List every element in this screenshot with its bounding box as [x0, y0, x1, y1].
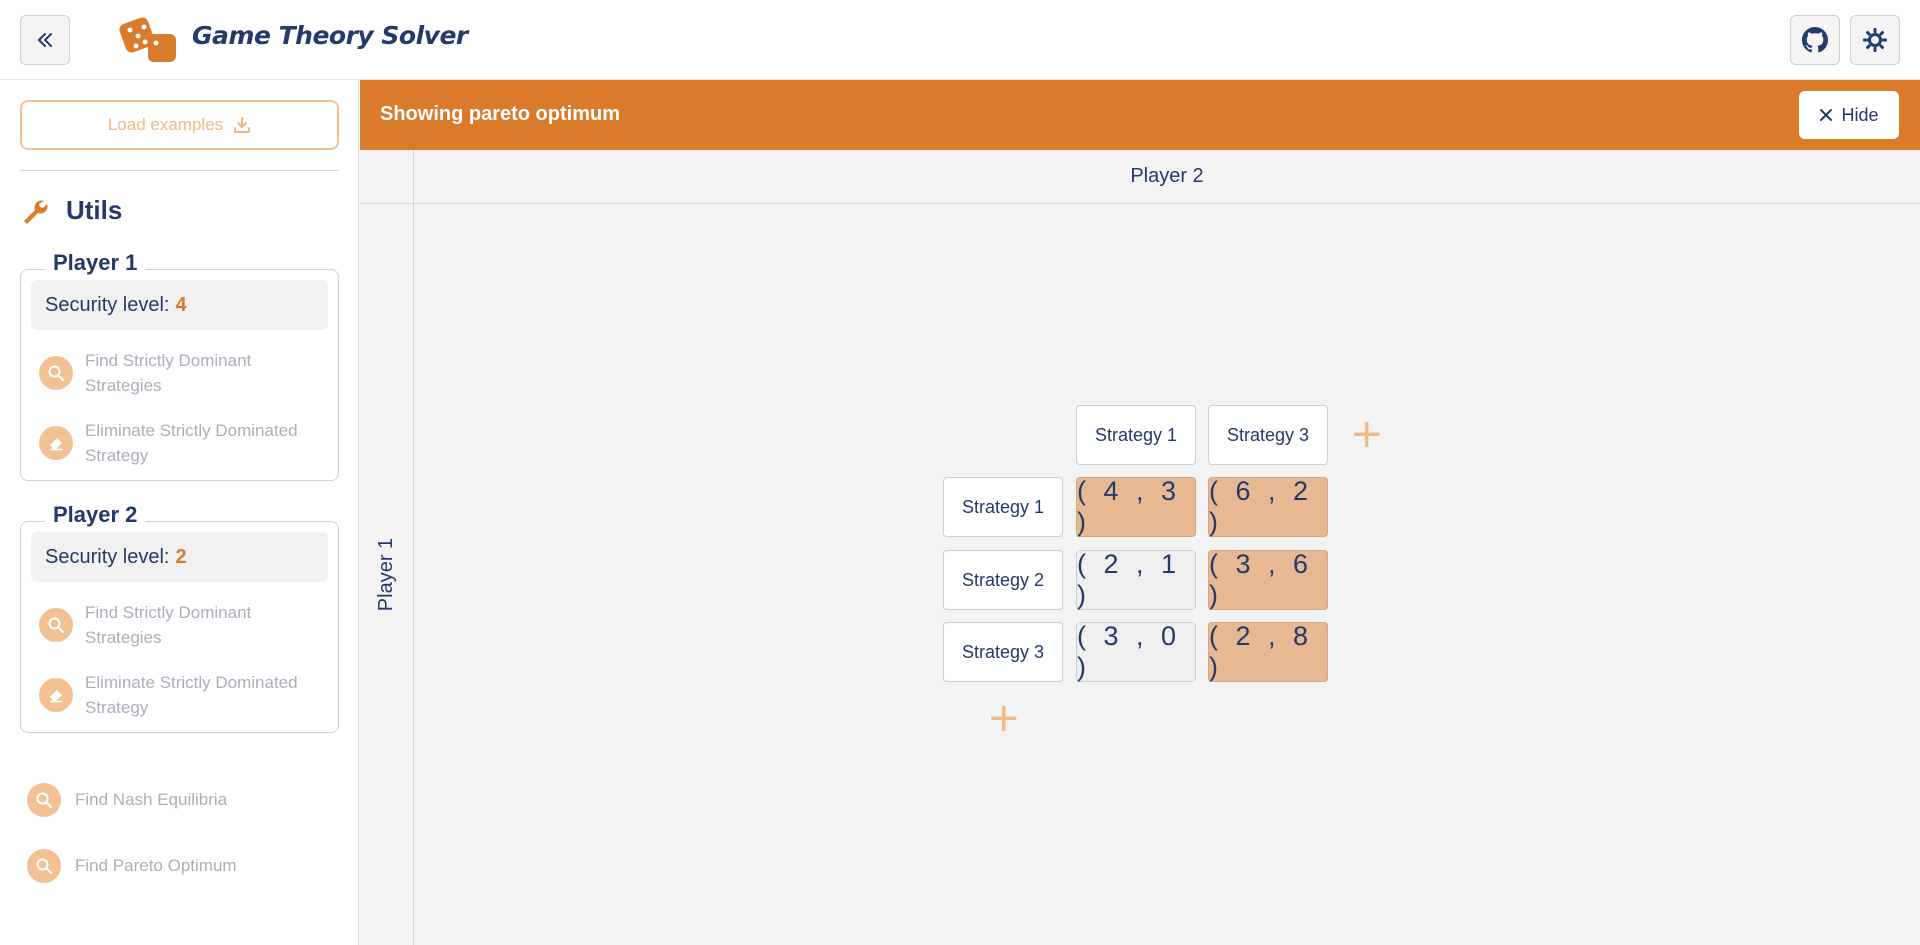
p1-find-dominant-button[interactable]: Find Strictly Dominant Strategies — [39, 348, 325, 398]
pareto-banner: Showing pareto optimum Hide — [360, 80, 1920, 150]
security-level-value: 4 — [175, 293, 187, 316]
load-examples-button[interactable]: Load examples — [20, 100, 339, 150]
search-icon — [39, 356, 73, 390]
player-1-security-level: Security level: 4 — [31, 280, 328, 330]
player-2-panel: Player 2 Security level: 2 Find Strictly… — [20, 502, 339, 733]
payoff-cell-r2-c2[interactable]: ( 3 , 6 ) — [1208, 549, 1328, 610]
search-icon — [27, 783, 61, 817]
action-label: Find Strictly Dominant Strategies — [85, 603, 252, 647]
utils-title: Utils — [66, 195, 123, 225]
action-label: Eliminate Strictly Dominated Strategy — [85, 673, 298, 717]
game-matrix-area: Player 2 Player 1 Strategy 1 Strategy 3 … — [360, 150, 1920, 945]
close-icon — [1820, 109, 1833, 121]
action-label: Find Strictly Dominant Strategies — [85, 351, 252, 395]
security-level-label: Security level: — [45, 293, 170, 316]
app-header: Game Theory Solver — [0, 0, 1920, 80]
github-icon — [1802, 27, 1828, 53]
add-row-button[interactable]: + — [987, 698, 1021, 738]
divider — [360, 203, 1920, 204]
row-strategy-1[interactable]: Strategy 1 — [943, 477, 1063, 537]
search-icon — [27, 849, 61, 883]
hide-banner-button[interactable]: Hide — [1799, 91, 1899, 139]
column-strategy-1[interactable]: Strategy 1 — [1076, 405, 1196, 465]
double-chevron-left-icon — [38, 33, 52, 47]
dice-logo-icon — [119, 17, 176, 62]
player-1-axis-text: Player 1 — [375, 537, 397, 612]
banner-text: Showing pareto optimum — [380, 103, 620, 125]
column-strategy-3[interactable]: Strategy 3 — [1208, 405, 1328, 465]
sun-gear-icon — [1863, 28, 1887, 52]
action-label: Find Pareto Optimum — [75, 856, 237, 875]
payoff-cell-r2-c1[interactable]: ( 2 , 1 ) — [1076, 549, 1196, 610]
collapse-sidebar-button[interactable] — [20, 15, 70, 65]
payoff-cell-r3-c2[interactable]: ( 2 , 8 ) — [1208, 621, 1328, 682]
utils-heading: Utils — [20, 195, 122, 226]
p2-find-dominant-button[interactable]: Find Strictly Dominant Strategies — [39, 600, 325, 650]
row-strategy-2[interactable]: Strategy 2 — [943, 550, 1063, 610]
find-nash-equilibria-button[interactable]: Find Nash Equilibria — [27, 783, 227, 817]
action-label: Find Nash Equilibria — [75, 790, 228, 809]
action-label: Eliminate Strictly Dominated Strategy — [85, 421, 298, 465]
eraser-icon — [39, 678, 73, 712]
p2-eliminate-dominated-button[interactable]: Eliminate Strictly Dominated Strategy — [39, 670, 325, 720]
github-button[interactable] — [1790, 15, 1840, 65]
payoff-cell-r1-c1[interactable]: ( 4 , 3 ) — [1076, 476, 1196, 537]
hide-label: Hide — [1841, 104, 1879, 125]
p1-eliminate-dominated-button[interactable]: Eliminate Strictly Dominated Strategy — [39, 418, 325, 468]
search-icon — [39, 608, 73, 642]
player-2-title: Player 2 — [45, 502, 146, 528]
player-2-security-level: Security level: 2 — [31, 532, 328, 582]
divider — [413, 150, 414, 945]
payoff-cell-r1-c2[interactable]: ( 6 , 2 ) — [1208, 476, 1328, 537]
row-strategy-3[interactable]: Strategy 3 — [943, 622, 1063, 682]
find-pareto-optimum-button[interactable]: Find Pareto Optimum — [27, 849, 237, 883]
sidebar: Load examples Utils Player 1 Security le… — [0, 80, 359, 945]
sidebar-divider — [20, 170, 339, 171]
theme-toggle-button[interactable] — [1850, 15, 1900, 65]
app-title: Game Theory Solver — [192, 21, 468, 50]
eraser-icon — [39, 426, 73, 460]
player-1-panel: Player 1 Security level: 4 Find Strictly… — [20, 250, 339, 481]
payoff-cell-r3-c1[interactable]: ( 3 , 0 ) — [1076, 621, 1196, 682]
security-level-value: 2 — [175, 545, 187, 568]
player-2-axis-label: Player 2 — [1130, 165, 1204, 187]
player-1-axis-label: Player 1 — [360, 204, 413, 945]
add-column-button[interactable]: + — [1350, 414, 1384, 454]
wrench-icon — [24, 200, 48, 224]
load-examples-label: Load examples — [107, 115, 224, 134]
security-level-label: Security level: — [45, 545, 170, 568]
download-icon — [234, 117, 251, 133]
player-1-title: Player 1 — [45, 250, 146, 276]
